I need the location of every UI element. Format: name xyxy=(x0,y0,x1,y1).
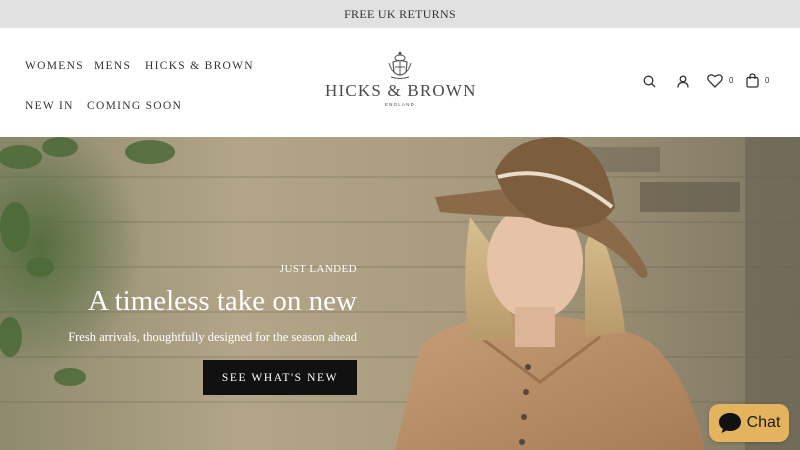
chat-label: Chat xyxy=(746,414,781,431)
site-header: WOMENS MENS HICKS & BROWN NEW IN COMING … xyxy=(0,28,800,137)
wishlist-count: 0 xyxy=(729,76,734,85)
announcement-text: FREE UK RETURNS xyxy=(344,6,456,21)
heart-icon xyxy=(707,74,723,88)
nav-item-mens[interactable]: MENS xyxy=(94,60,131,72)
bag-icon xyxy=(746,73,759,88)
hero-headline: A timeless take on new xyxy=(87,285,357,317)
hero-kicker: JUST LANDED xyxy=(279,263,357,275)
search-icon xyxy=(643,75,656,88)
nav-item-womens[interactable]: WOMENS xyxy=(25,60,84,72)
nav-item-new-in[interactable]: NEW IN xyxy=(25,100,74,112)
nav-item-hicks-brown[interactable]: HICKS & BROWN xyxy=(145,60,254,72)
wishlist-button[interactable]: 0 xyxy=(707,73,733,88)
logo-name: HICKS & BROWN xyxy=(325,81,477,100)
hero-banner: JUST LANDED A timeless take on new Fresh… xyxy=(0,137,800,450)
see-whats-new-button[interactable]: SEE WHAT'S NEW xyxy=(203,360,357,395)
chat-button[interactable]: Chat xyxy=(709,404,789,442)
search-button[interactable] xyxy=(643,75,656,88)
site-logo[interactable]: HICKS & BROWN ENGLAND xyxy=(325,50,475,112)
cart-button[interactable]: 0 xyxy=(746,73,769,88)
nav-item-coming-soon[interactable]: COMING SOON xyxy=(87,100,182,112)
logo-subtitle: ENGLAND xyxy=(384,102,416,107)
account-button[interactable] xyxy=(677,75,689,88)
crest-icon xyxy=(388,51,412,79)
user-icon xyxy=(677,75,689,88)
cart-count: 0 xyxy=(765,76,770,85)
chat-bubble-icon xyxy=(718,413,741,433)
hero-subhead: Fresh arrivals, thoughtfully designed fo… xyxy=(68,330,357,344)
announcement-bar: FREE UK RETURNS xyxy=(0,0,800,28)
